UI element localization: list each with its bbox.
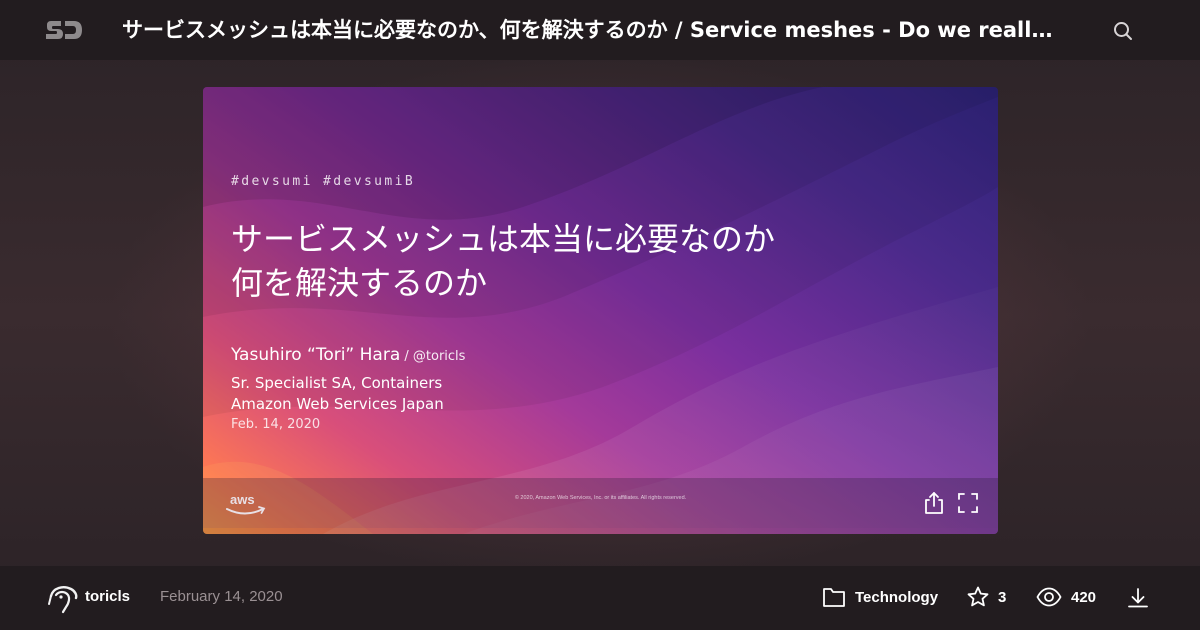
search-icon[interactable] — [1112, 20, 1134, 42]
presenter-role-line-2: Amazon Web Services Japan — [231, 395, 444, 413]
avatar[interactable] — [47, 582, 79, 614]
author-username[interactable]: toricls — [85, 588, 130, 605]
presenter-handle: / @toricls — [400, 349, 466, 364]
published-date: February 14, 2020 — [160, 588, 283, 605]
star-count: 3 — [998, 588, 1007, 606]
view-count-value: 420 — [1071, 588, 1097, 606]
page-title: サービスメッシュは本当に必要なのか、何を解決するのか / Service mes… — [122, 18, 1066, 42]
slide-copyright: © 2020, Amazon Web Services, Inc. or its… — [514, 495, 687, 501]
slide-progress-bar[interactable] — [203, 528, 998, 534]
category-link[interactable]: Technology — [822, 584, 938, 610]
top-bar: サービスメッシュは本当に必要なのか、何を解決するのか / Service mes… — [0, 0, 1200, 60]
slide-viewer[interactable]: #devsumi #devsumiB サービスメッシュは本当に必要なのか 何を解… — [203, 87, 998, 534]
eye-icon — [1036, 587, 1062, 607]
star-icon — [967, 586, 989, 607]
slide-footer-bar — [203, 478, 998, 528]
view-count: 420 — [1036, 584, 1096, 610]
slide-hashtags: #devsumi #devsumiB — [231, 174, 416, 189]
slide-date: Feb. 14, 2020 — [231, 417, 321, 432]
slide-title: サービスメッシュは本当に必要なのか 何を解決するのか — [231, 217, 931, 305]
footer-bar: toricls February 14, 2020 Technology 3 4… — [0, 566, 1200, 630]
slide-title-line-1: サービスメッシュは本当に必要なのか — [231, 220, 776, 258]
download-icon[interactable] — [1126, 586, 1150, 610]
presenter: Yasuhiro “Tori” Hara / @toricls — [231, 345, 465, 365]
folder-icon — [823, 588, 845, 607]
star-button[interactable]: 3 — [966, 584, 1006, 610]
share-icon[interactable] — [923, 491, 945, 515]
speakerdeck-logo-icon[interactable] — [44, 17, 84, 43]
presenter-role-line-1: Sr. Specialist SA, Containers — [231, 374, 443, 392]
category-label: Technology — [855, 588, 939, 606]
slide-title-line-2: 何を解決するのか — [231, 264, 488, 302]
slide-background-waves — [203, 87, 998, 534]
presenter-role: Sr. Specialist SA, Containers Amazon Web… — [231, 373, 444, 415]
presenter-name: Yasuhiro “Tori” Hara — [231, 345, 401, 365]
fullscreen-icon[interactable] — [957, 492, 979, 514]
